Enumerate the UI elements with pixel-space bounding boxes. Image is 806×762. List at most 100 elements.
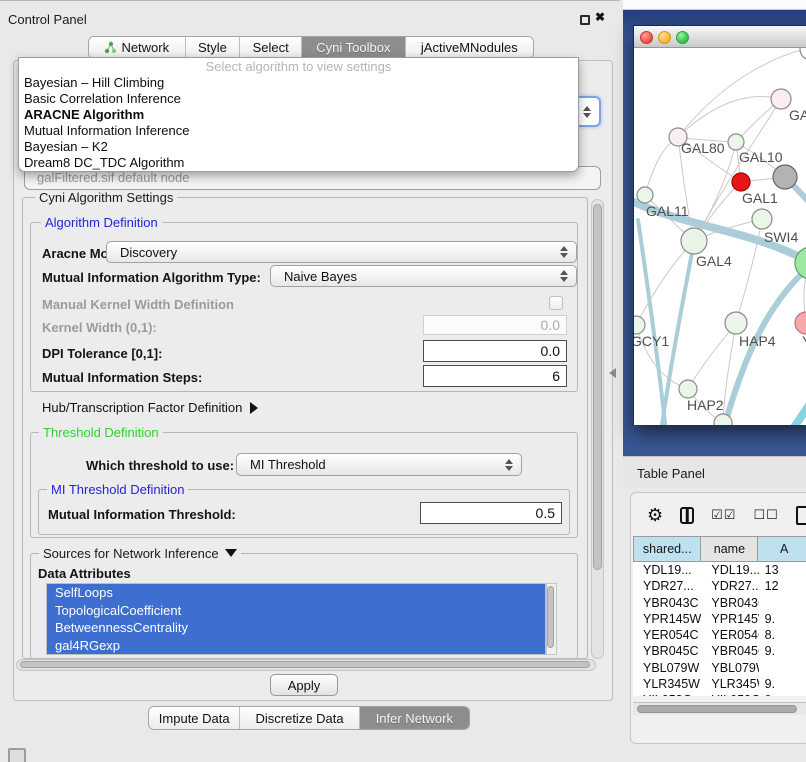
mi-type-value: Naive Bayes (284, 269, 357, 284)
table-row[interactable]: YLR345WYLR345W9. (633, 676, 806, 692)
data-attributes-label: Data Attributes (38, 566, 131, 581)
table-cell: YDR27... (633, 578, 701, 594)
tab-infer-network[interactable]: Infer Network (360, 707, 469, 729)
close-icon[interactable]: ✖ (595, 10, 605, 24)
minimized-window-icon[interactable] (8, 748, 26, 762)
tab-style[interactable]: Style (186, 37, 241, 58)
table-row[interactable]: YBR043CYBR043C (633, 595, 806, 611)
table-row[interactable]: YBL079WYBL079W (633, 660, 806, 676)
mi-type-combobox[interactable]: Naive Bayes (270, 265, 577, 287)
node-label: GAL (789, 107, 806, 123)
table-row[interactable]: YDR27...YDR27...12 (633, 578, 806, 594)
network-node[interactable] (800, 48, 806, 60)
table-cell: 9. (759, 643, 806, 659)
table-horizontal-scrollbar[interactable] (633, 702, 806, 715)
hub-definition-expander[interactable]: Hub/Transcription Factor Definition (42, 400, 258, 415)
table-row[interactable]: YBR045CYBR045C9. (633, 643, 806, 659)
minimize-traffic-light-icon[interactable] (658, 31, 671, 44)
table-panel-title: Table Panel (637, 466, 705, 481)
network-node[interactable] (773, 165, 797, 189)
table-row[interactable]: YIL052CYIL052C9. (633, 692, 806, 696)
algorithm-option[interactable]: Dream8 DC_TDC Algorithm (19, 155, 578, 171)
table-cell: YIL052C (633, 692, 701, 696)
attribute-list-item[interactable]: TopologicalCoefficient (47, 602, 545, 620)
table-row[interactable]: YDL19...YDL19...13 (633, 562, 806, 578)
dpi-tolerance-field[interactable]: 0.0 (423, 340, 567, 362)
algorithm-option[interactable]: Bayesian – Hill Climbing (19, 75, 578, 91)
algorithm-definition-title: Algorithm Definition (41, 215, 162, 230)
tab-network[interactable]: Network (89, 37, 186, 58)
network-node-gal[interactable] (771, 89, 791, 109)
algorithm-option[interactable]: Mutual Information Inference (19, 123, 578, 139)
mi-steps-label: Mutual Information Steps: (42, 370, 202, 385)
table-cell: 9. (759, 611, 806, 627)
algorithm-option[interactable]: Basic Correlation Inference (19, 91, 578, 107)
threshold-definition-title: Threshold Definition (39, 425, 163, 440)
attributes-scrollbar[interactable] (546, 583, 557, 655)
columns-icon[interactable] (680, 507, 694, 524)
dpi-tolerance-label: DPI Tolerance [0,1]: (42, 346, 162, 361)
select-all-checkboxes-icon[interactable]: ☑☑ (711, 507, 736, 523)
network-node-hap4[interactable] (725, 312, 747, 334)
data-attributes-list[interactable]: SelfLoopsTopologicalCoefficientBetweenne… (46, 583, 546, 655)
gear-icon[interactable]: ⚙ (647, 506, 663, 524)
mi-steps-field[interactable]: 6 (423, 365, 567, 387)
column-header-a[interactable]: A (758, 536, 806, 562)
network-node-gal11[interactable] (637, 187, 653, 203)
table-cell: YLR345W (701, 676, 758, 692)
table-cell: YER054C (633, 627, 701, 643)
tab-label: Discretize Data (255, 711, 343, 726)
algorithm-option[interactable]: ARACNE Algorithm (19, 107, 578, 123)
network-node-gal10[interactable] (728, 134, 744, 150)
table-row[interactable]: YER054CYER054C8. (633, 627, 806, 643)
collapse-down-icon (225, 549, 237, 557)
tab-discretize-data[interactable]: Discretize Data (240, 707, 359, 729)
settings-vertical-scrollbar[interactable] (591, 199, 604, 659)
network-node-gal4[interactable] (681, 228, 707, 254)
kernel-width-field[interactable]: 0.0 (423, 315, 567, 335)
settings-horizontal-scrollbar[interactable] (16, 659, 596, 671)
tab-cyni-toolbox[interactable]: Cyni Toolbox (302, 37, 406, 58)
mi-threshold-field[interactable]: 0.5 (420, 502, 562, 524)
algorithm-option[interactable]: Bayesian – K2 (19, 139, 578, 155)
node-label: GAL80 (681, 140, 725, 156)
table-body: YDL19...YDL19...13YDR27...YDR27...12YBR0… (633, 562, 806, 696)
network-node-gal1[interactable] (732, 173, 750, 191)
export-table-icon[interactable] (796, 506, 806, 525)
mi-threshold-group-title: MI Threshold Definition (47, 482, 188, 497)
aracne-mode-value: Discovery (120, 245, 177, 260)
tab-label: Cyni Toolbox (316, 40, 390, 55)
network-edge (790, 384, 806, 425)
network-node-gcy1[interactable] (634, 316, 645, 334)
table-toolbar: ⚙ ☑☑ ☐☐ (631, 499, 806, 531)
tab-select[interactable]: Select (240, 37, 302, 58)
network-view-window[interactable]: GALGAL80GAL10GAL1GAL11SWI4GAL4GCY1HAP4YH… (633, 25, 806, 425)
network-node-y[interactable] (795, 312, 806, 334)
apply-button[interactable]: Apply (270, 674, 338, 696)
sources-group-header[interactable]: Sources for Network Inference (39, 546, 241, 561)
network-node-hap2[interactable] (679, 380, 697, 398)
tab-impute-data[interactable]: Impute Data (149, 707, 240, 729)
algorithm-placeholder: Select algorithm to view settings (19, 58, 578, 75)
column-header-shared[interactable]: shared... (633, 536, 701, 562)
network-node-swi4[interactable] (752, 209, 772, 229)
aracne-mode-combobox[interactable]: Discovery (106, 241, 577, 263)
network-window-titlebar[interactable] (634, 26, 806, 48)
attribute-list-item[interactable]: gal4RGexp (47, 637, 545, 655)
deselect-all-checkboxes-icon[interactable]: ☐☐ (753, 507, 778, 523)
splitter-collapse-icon[interactable] (609, 368, 616, 378)
table-row[interactable]: YPR145WYPR145W9. (633, 611, 806, 627)
zoom-traffic-light-icon[interactable] (676, 31, 689, 44)
screen: Control Panel ✖ NetworkStyleSelectCyni T… (0, 0, 806, 762)
column-header-name[interactable]: name (701, 536, 758, 562)
tab-jactivemnodules[interactable]: jActiveMNodules (406, 37, 533, 58)
float-window-icon[interactable] (580, 15, 590, 25)
manual-kernel-checkbox[interactable] (549, 296, 563, 310)
close-traffic-light-icon[interactable] (640, 31, 653, 44)
attribute-list-item[interactable]: BetweennessCentrality (47, 619, 545, 637)
tab-label: Infer Network (376, 711, 453, 726)
table-cell: YBR045C (701, 643, 758, 659)
which-threshold-combobox[interactable]: MI Threshold (236, 453, 522, 476)
attribute-list-item[interactable]: SelfLoops (47, 584, 545, 602)
network-canvas[interactable]: GALGAL80GAL10GAL1GAL11SWI4GAL4GCY1HAP4YH… (634, 48, 806, 425)
